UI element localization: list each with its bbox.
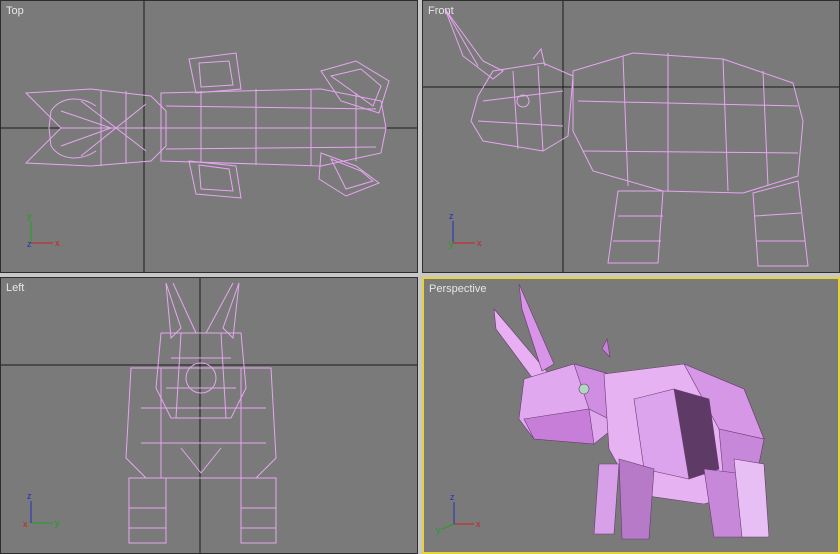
axis-tripod-perspective: x z y bbox=[436, 492, 481, 535]
viewport-left[interactable]: Left y z x bbox=[0, 277, 418, 554]
viewport-label-perspective[interactable]: Perspective bbox=[429, 283, 486, 295]
left-wire-model bbox=[125, 282, 277, 544]
svg-text:y: y bbox=[436, 525, 441, 535]
perspective-view-scene: x z y bbox=[436, 283, 770, 540]
svg-text:z: z bbox=[27, 239, 32, 249]
viewport-perspective[interactable]: Perspective x z y bbox=[422, 277, 840, 554]
front-wire-model bbox=[444, 8, 809, 267]
svg-text:z: z bbox=[27, 491, 32, 501]
top-view-scene: x y z bbox=[1, 1, 417, 272]
viewport-top[interactable]: Top x y z bbox=[0, 0, 418, 273]
svg-text:x: x bbox=[477, 238, 482, 248]
axis-tripod-left: y z x bbox=[23, 491, 60, 529]
svg-text:y: y bbox=[449, 239, 454, 249]
axis-tripod-front: x z y bbox=[449, 211, 482, 249]
viewport-front[interactable]: Front x z y bbox=[422, 0, 840, 273]
svg-text:x: x bbox=[476, 519, 481, 529]
svg-text:y: y bbox=[55, 518, 60, 528]
left-view-scene: y z x bbox=[1, 278, 417, 553]
svg-text:x: x bbox=[23, 519, 28, 529]
viewport-label-left[interactable]: Left bbox=[6, 282, 24, 294]
viewport-label-front[interactable]: Front bbox=[428, 5, 454, 17]
svg-text:z: z bbox=[450, 492, 455, 502]
front-view-scene: x z y bbox=[423, 1, 839, 272]
perspective-shaded-model bbox=[493, 283, 770, 540]
svg-text:y: y bbox=[27, 211, 32, 221]
svg-text:x: x bbox=[55, 238, 60, 248]
top-wire-model bbox=[24, 52, 390, 199]
axis-tripod-top: x y z bbox=[27, 211, 60, 249]
svg-text:z: z bbox=[449, 211, 454, 221]
viewport-label-top[interactable]: Top bbox=[6, 5, 24, 17]
